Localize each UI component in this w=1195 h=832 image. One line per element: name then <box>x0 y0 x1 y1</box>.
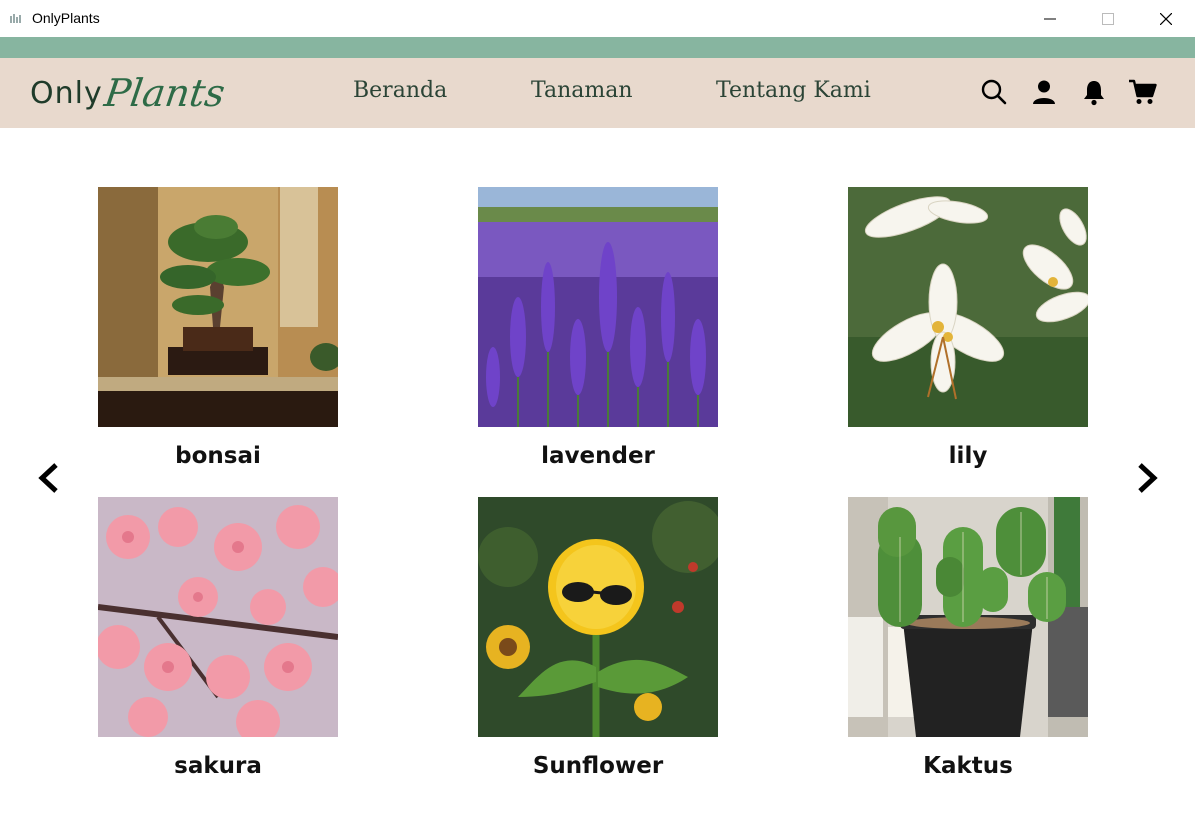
window-title: OnlyPlants <box>32 10 100 26</box>
search-icon <box>981 79 1007 105</box>
plant-name-lavender: lavender <box>541 443 655 469</box>
window-titlebar: OnlyPlants <box>0 0 1195 37</box>
maximize-icon <box>1102 12 1114 25</box>
bonsai-image <box>98 187 338 427</box>
minimize-icon <box>1044 18 1056 19</box>
accent-strip <box>0 37 1195 58</box>
chevron-left-icon <box>38 463 58 493</box>
plant-name-sakura: sakura <box>174 753 262 779</box>
logo-only-text: Only <box>30 75 103 111</box>
close-button[interactable] <box>1137 0 1195 37</box>
plant-card-lavender[interactable]: lavender <box>478 187 718 469</box>
plant-name-kaktus: Kaktus <box>923 753 1013 779</box>
chevron-right-icon <box>1138 463 1158 493</box>
sakura-image <box>98 497 338 737</box>
plant-name-bonsai: bonsai <box>175 443 261 469</box>
plant-card-kaktus[interactable]: Kaktus <box>848 497 1088 779</box>
sunflower-image <box>478 497 718 737</box>
minimize-button[interactable] <box>1021 0 1079 37</box>
brand-logo[interactable]: Only Plants <box>30 68 227 118</box>
search-button[interactable] <box>979 77 1009 107</box>
plant-card-bonsai[interactable]: bonsai <box>98 187 338 469</box>
carousel-prev-button[interactable] <box>33 458 63 498</box>
carousel-next-button[interactable] <box>1133 458 1163 498</box>
user-icon <box>1033 80 1055 104</box>
maximize-button[interactable] <box>1079 0 1137 37</box>
cart-button[interactable] <box>1128 77 1158 107</box>
plant-card-lily[interactable]: lily <box>848 187 1088 469</box>
account-button[interactable] <box>1029 77 1059 107</box>
plant-name-lily: lily <box>948 443 988 469</box>
plant-name-sunflower: Sunflower <box>532 753 664 779</box>
logo-plants-text: Plants <box>101 71 228 115</box>
nav-link-beranda[interactable]: Beranda <box>353 78 447 103</box>
nav-link-tanaman[interactable]: Tanaman <box>531 78 633 103</box>
app-icon <box>10 14 21 23</box>
nav-link-tentang-kami[interactable]: Tentang Kami <box>716 78 871 103</box>
cart-icon <box>1129 79 1157 104</box>
close-icon <box>1160 12 1172 25</box>
navbar: Only Plants Beranda Tanaman Tentang Kami <box>0 58 1195 128</box>
notifications-button[interactable] <box>1079 77 1109 107</box>
plant-card-sakura[interactable]: sakura <box>98 497 338 779</box>
bell-icon <box>1084 81 1104 106</box>
lily-image <box>848 187 1088 427</box>
kaktus-image <box>848 497 1088 737</box>
lavender-image <box>478 187 718 427</box>
plant-card-sunflower[interactable]: Sunflower <box>478 497 718 779</box>
